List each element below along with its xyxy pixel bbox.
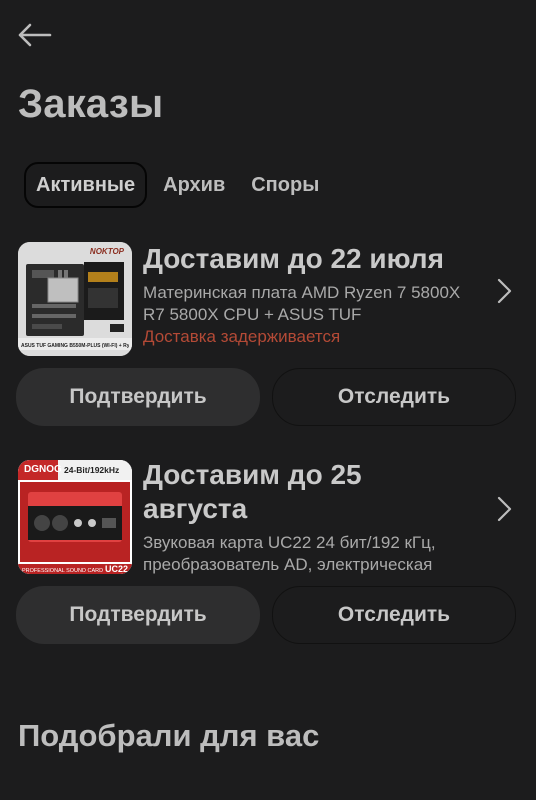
thumbnail-model: UC22 (104, 564, 128, 574)
thumbnail-brand: DGNOG (24, 464, 62, 475)
thumbnail-caption: PROFESSIONAL SOUND CARD (22, 568, 104, 574)
track-button[interactable]: Отследить (272, 368, 516, 426)
delivery-date: Доставим до 25 августа (143, 459, 362, 524)
product-thumbnail[interactable]: DGNOG 24-Bit/192kHz PROFESSIONAL SOUND C… (18, 460, 132, 574)
order-tabs: Активные Архив Споры (24, 162, 329, 208)
tab-archive[interactable]: Архив (153, 162, 235, 208)
tab-active[interactable]: Активные (24, 162, 148, 208)
thumbnail-caption: ASUS TUF GAMING B550M-PLUS (WI-FI) + Ryz… (21, 343, 129, 349)
confirm-button[interactable]: Подтвердить (16, 368, 260, 426)
thumbnail-badge: 24-Bit/192kHz (64, 465, 120, 475)
confirm-button[interactable]: Подтвердить (16, 586, 260, 644)
order-card: NOKTOP ASUS TUF GAMING B550M-PLUS (WI-FI… (16, 242, 520, 430)
product-thumbnail[interactable]: NOKTOP ASUS TUF GAMING B550M-PLUS (WI-FI… (18, 242, 132, 356)
order-info[interactable]: Доставим до 25 августа Звуковая карта UC… (143, 458, 483, 576)
thumbnail-brand: NOKTOP (89, 247, 124, 256)
track-button[interactable]: Отследить (272, 586, 516, 644)
sound-card-image (18, 460, 132, 574)
chevron-right-icon[interactable] (492, 494, 516, 524)
order-actions: Подтвердить Отследить (16, 368, 516, 426)
product-description: Материнская плата AMD Ryzen 7 5800X R7 5… (143, 283, 461, 324)
page-title: Заказы (18, 82, 164, 126)
chevron-right-icon[interactable] (492, 276, 516, 306)
order-card: DGNOG 24-Bit/192kHz PROFESSIONAL SOUND C… (16, 458, 520, 648)
delivery-status: Доставка задерживается (143, 327, 341, 346)
delivery-date: Доставим до 22 июля (143, 243, 444, 274)
arrow-left-icon (18, 23, 52, 47)
motherboard-image (18, 242, 132, 356)
order-info[interactable]: Доставим до 22 июля Материнская плата AM… (143, 242, 483, 348)
recommendations-title: Подобрали для вас (18, 718, 320, 753)
product-description: Звуковая карта UC22 24 бит/192 кГц, прео… (143, 533, 436, 574)
order-actions: Подтвердить Отследить (16, 586, 516, 644)
tab-disputes[interactable]: Споры (241, 162, 329, 208)
back-button[interactable] (16, 18, 60, 52)
